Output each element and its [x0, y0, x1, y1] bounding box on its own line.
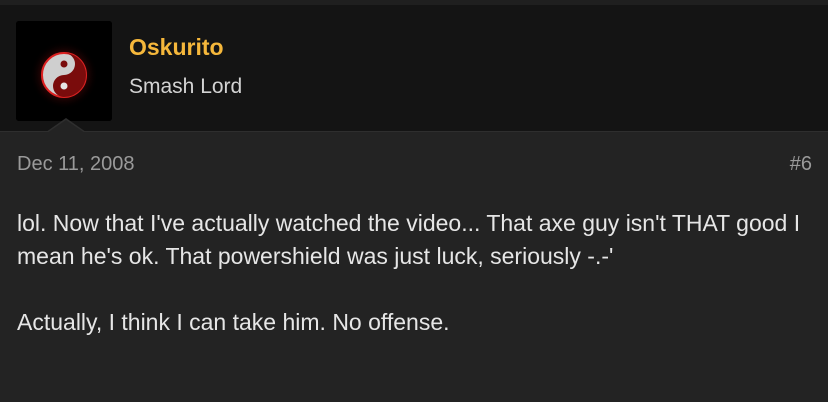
post-date[interactable]: Dec 11, 2008: [17, 153, 135, 176]
yin-yang-icon: [16, 21, 112, 121]
message-paragraph: lol. Now that I've actually watched the …: [17, 210, 801, 269]
message-paragraph: Actually, I think I can take him. No off…: [17, 309, 450, 335]
username-link[interactable]: Oskurito: [129, 34, 224, 61]
avatar[interactable]: [16, 21, 112, 121]
author-pointer-caret-fill: [47, 120, 85, 133]
post-message: lol. Now that I've actually watched the …: [17, 207, 807, 339]
post-permalink-number[interactable]: #6: [790, 153, 812, 176]
post-author-header: Oskurito Smash Lord: [0, 5, 828, 131]
user-title: Smash Lord: [129, 75, 243, 98]
